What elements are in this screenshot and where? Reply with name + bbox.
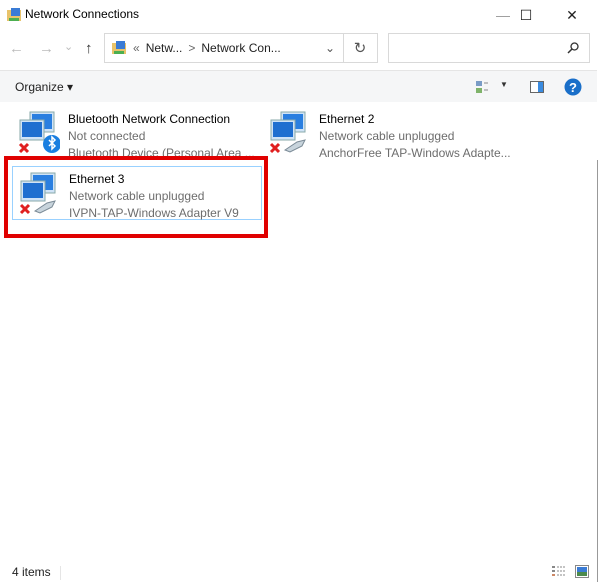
item-count: 4 items: [12, 565, 51, 579]
close-button[interactable]: ✕: [549, 0, 595, 30]
status-divider: [60, 566, 61, 580]
network-folder-icon: [7, 8, 21, 21]
connection-bluetooth[interactable]: Bluetooth Network Connection Not connect…: [12, 106, 262, 160]
details-view-icon[interactable]: [552, 565, 566, 577]
back-button[interactable]: ←: [9, 40, 24, 57]
search-input[interactable]: [388, 33, 590, 63]
breadcrumb-network-connections[interactable]: Network Con...: [201, 41, 280, 55]
help-icon[interactable]: ?: [564, 78, 582, 96]
change-view-icon[interactable]: [475, 80, 489, 94]
breadcrumb-overflow[interactable]: «: [133, 41, 140, 55]
connection-status: Not connected: [68, 129, 146, 143]
forward-button[interactable]: →: [39, 40, 54, 57]
up-button[interactable]: ↑: [85, 40, 93, 57]
recent-locations-button[interactable]: ⌄: [64, 40, 73, 53]
connection-ethernet-2[interactable]: Ethernet 2 Network cable unplugged Ancho…: [263, 106, 513, 160]
command-bar: Organize ▾ ▼ ?: [0, 70, 597, 102]
breadcrumb-chevron-icon[interactable]: >: [188, 41, 195, 55]
large-icons-view-icon[interactable]: [575, 565, 589, 578]
connection-device: AnchorFree TAP-Windows Adapte...: [319, 146, 511, 160]
address-bar[interactable]: « Netw... > Network Con... ⌄: [104, 33, 344, 63]
connection-status: Network cable unplugged: [319, 129, 455, 143]
maximize-button[interactable]: ☐: [503, 0, 549, 30]
breadcrumb-network[interactable]: Netw...: [146, 41, 183, 55]
connection-name: Ethernet 2: [319, 112, 375, 126]
search-icon: [567, 42, 579, 54]
window-edge: [597, 160, 598, 582]
svg-text:?: ?: [569, 80, 577, 95]
window-title: Network Connections: [25, 7, 140, 21]
network-adapter-icon: [18, 111, 60, 154]
address-dropdown-icon[interactable]: ⌄: [325, 41, 335, 55]
highlight-annotation: [4, 156, 268, 238]
connection-name: Bluetooth Network Connection: [68, 112, 231, 126]
ethernet-adapter-icon: [269, 111, 306, 154]
view-dropdown-icon[interactable]: ▼: [500, 80, 508, 89]
network-folder-icon: [112, 41, 126, 54]
preview-pane-icon[interactable]: [530, 80, 544, 94]
organize-menu[interactable]: Organize ▾: [15, 80, 73, 94]
refresh-button[interactable]: ↻: [343, 33, 378, 63]
